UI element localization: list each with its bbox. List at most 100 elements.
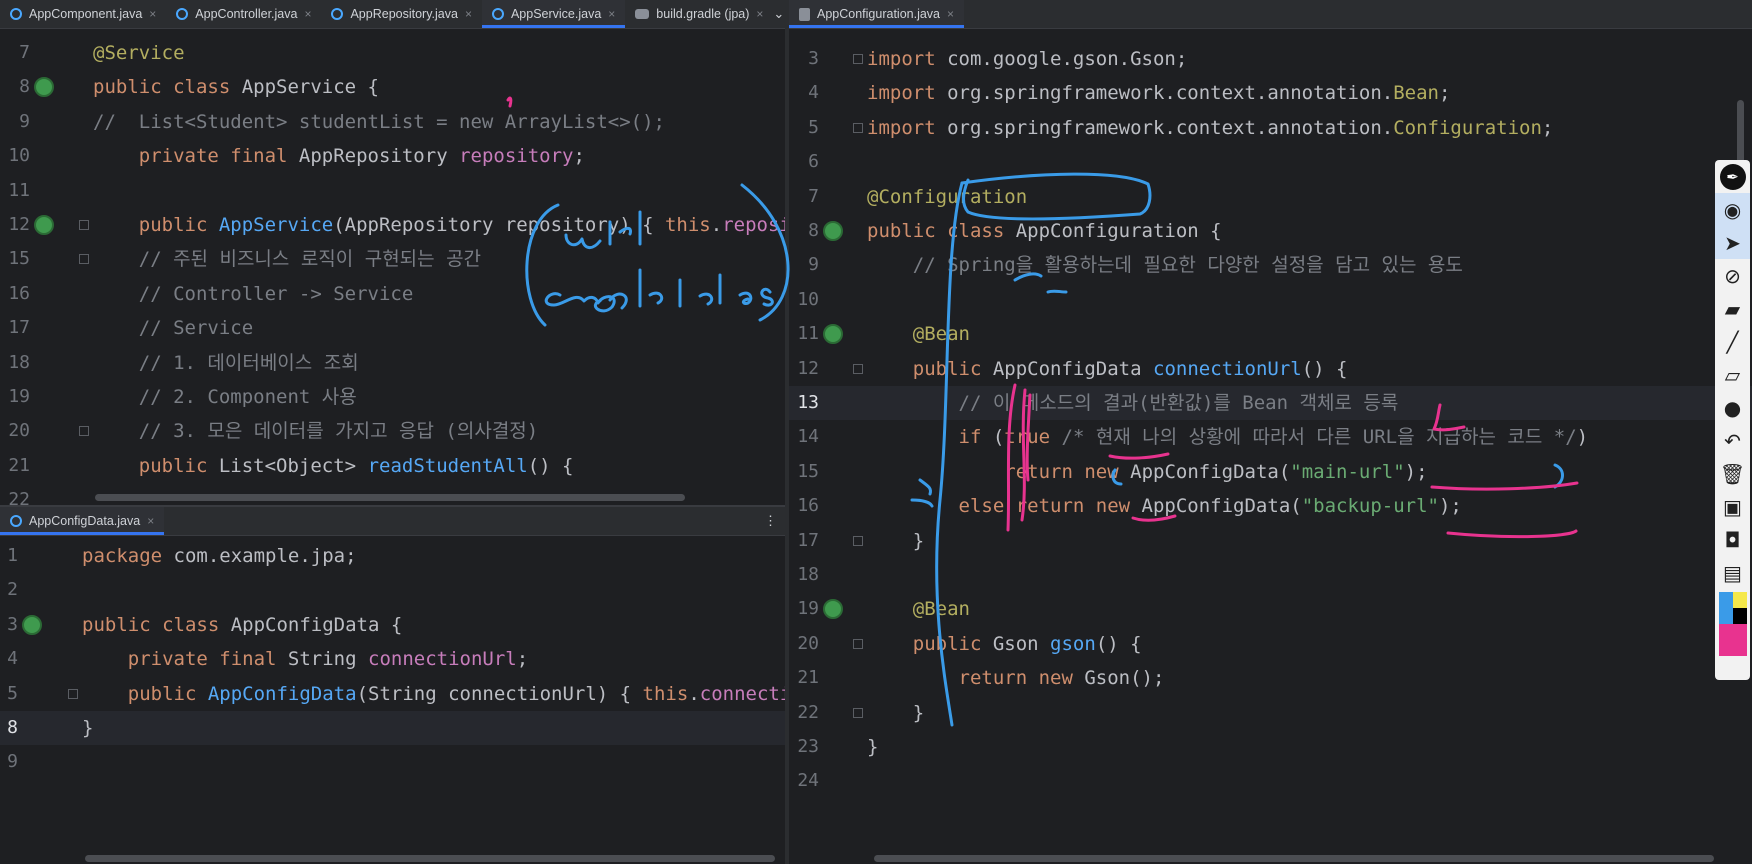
java-class-icon xyxy=(176,8,189,20)
more-options-icon[interactable]: ⋮ xyxy=(764,513,777,529)
code-line: 9 xyxy=(0,745,785,779)
code-text: } xyxy=(867,696,924,730)
code-token: connectionU xyxy=(699,682,785,705)
code-line: 7 @Service xyxy=(0,36,785,70)
horizontal-scrollbar[interactable] xyxy=(95,494,685,501)
code-token: if xyxy=(958,426,993,449)
line-number: 21 xyxy=(8,454,30,476)
code-token: // 주된 비즈니스 로직이 구현되는 공간 xyxy=(93,248,482,271)
code-line: 20 public Gson gson() { xyxy=(789,627,1752,661)
line-number: 16 xyxy=(8,282,30,304)
code-text: // 2. Component 사용 xyxy=(93,380,357,414)
fold-icon[interactable] xyxy=(853,363,863,374)
code-token: ; xyxy=(1541,116,1554,139)
fold-icon[interactable] xyxy=(853,535,863,546)
code-editor[interactable]: 7 @Service 8 public class AppService { 9 // L… xyxy=(0,36,785,505)
line-icon[interactable]: ╱ xyxy=(1715,325,1750,358)
tab-appcontroller-java[interactable]: AppController.java × xyxy=(166,0,321,28)
code-token: public xyxy=(912,357,993,380)
highlighter-icon[interactable]: ▰ xyxy=(1715,292,1750,325)
line-number: 9 xyxy=(19,110,30,132)
code-line: 11 @Bean xyxy=(789,317,1752,351)
close-icon[interactable]: × xyxy=(304,7,311,21)
line-number: 13 xyxy=(797,392,819,413)
code-line: 8 public class AppService { xyxy=(0,70,785,104)
code-token: // 2. Component 사용 xyxy=(93,386,357,408)
fold-icon[interactable] xyxy=(68,688,78,699)
horizontal-scrollbar[interactable] xyxy=(874,855,1714,862)
screen-icon[interactable]: ▣ xyxy=(1715,490,1750,523)
code-text: // List<Student> studentList = new Array… xyxy=(93,105,665,139)
fold-icon[interactable] xyxy=(853,54,863,64)
line-number: 5 xyxy=(808,116,819,138)
fold-icon[interactable] xyxy=(853,122,863,133)
fold-icon[interactable] xyxy=(79,254,89,265)
no-pen-icon[interactable]: ⊘ xyxy=(1715,259,1750,292)
spring-bean-icon[interactable] xyxy=(22,614,42,635)
code-token: @Bean xyxy=(867,598,970,621)
tab-label: build.gradle (jpa) xyxy=(656,7,750,21)
code-token: ) xyxy=(1576,426,1589,449)
code-text: if (true /* 현재 나의 상황에 따라서 다른 URL을 지급하는 코… xyxy=(867,420,1589,454)
color-palette-icon[interactable] xyxy=(1715,589,1750,659)
code-text: } xyxy=(867,730,878,764)
code-token: "backup-url" xyxy=(1301,495,1439,518)
eraser-icon[interactable]: ▱ xyxy=(1715,358,1750,391)
tab-build-gradle-jpa[interactable]: build.gradle (jpa) × xyxy=(625,0,773,28)
dot-icon[interactable]: ● xyxy=(1715,391,1750,424)
fold-icon[interactable] xyxy=(853,707,863,718)
code-token: ); xyxy=(1438,495,1462,518)
code-token: AppService { xyxy=(241,76,379,99)
code-text: import org.springframework.context.annot… xyxy=(867,111,1553,145)
cursor-icon[interactable]: ➤ xyxy=(1715,226,1750,259)
code-text: return new AppConfigData("main-url"); xyxy=(867,455,1427,489)
tab-appconfiguration-java[interactable]: AppConfiguration.java × xyxy=(789,0,965,28)
code-token: return new xyxy=(1004,460,1131,483)
close-icon[interactable]: × xyxy=(147,514,154,528)
close-icon[interactable]: × xyxy=(149,7,156,21)
close-icon[interactable]: × xyxy=(608,7,615,21)
code-token: /* 현재 나의 상황에 따라서 다른 URL을 지급하는 코드 */ xyxy=(1061,426,1577,449)
pen-icon[interactable]: ✒ xyxy=(1715,160,1750,193)
line-number: 19 xyxy=(8,386,30,407)
spring-bean-icon[interactable] xyxy=(34,215,54,235)
code-token: this xyxy=(664,214,711,236)
eye-icon[interactable]: ◉ xyxy=(1715,193,1750,226)
fold-icon[interactable] xyxy=(853,638,863,649)
tab-label: AppRepository.java xyxy=(350,7,458,21)
code-line: 13 // 이 메소드의 결과(반환값)를 Bean 객체로 등록 xyxy=(789,386,1752,420)
undo-icon[interactable]: ↶ xyxy=(1715,424,1750,457)
trash-icon[interactable]: 🗑 xyxy=(1715,457,1750,490)
right-tab-bar: AppConfiguration.java × xyxy=(789,0,1752,29)
fold-icon[interactable] xyxy=(79,220,89,230)
code-text: public Gson gson() { xyxy=(867,627,1142,661)
code-token: AppService xyxy=(218,214,334,236)
code-token: package xyxy=(82,545,174,567)
code-token: // 이 메소드의 결과(반환값)를 Bean 객체로 등록 xyxy=(867,392,1399,414)
java-file-icon xyxy=(799,7,810,21)
tab-appconfigdata-java[interactable]: AppConfigData.java × xyxy=(0,507,165,535)
code-line: 5 import org.springframework.context.anno… xyxy=(789,111,1752,145)
close-icon[interactable]: × xyxy=(756,7,763,21)
code-token: repository xyxy=(459,145,574,168)
fold-icon[interactable] xyxy=(79,426,89,437)
clipboard-icon[interactable]: ▤ xyxy=(1715,556,1750,589)
close-icon[interactable]: × xyxy=(947,7,954,21)
close-icon[interactable]: × xyxy=(465,7,472,21)
code-editor[interactable]: 3 import com.google.gson.Gson; 4 import org… xyxy=(789,42,1752,864)
code-token: // 1. 데이터베이스 조회 xyxy=(93,351,359,374)
chevron-down-icon[interactable]: ⌄ xyxy=(773,6,784,22)
camera-icon[interactable]: ◘ xyxy=(1715,523,1750,556)
code-text: @Configuration xyxy=(867,180,1027,214)
tab-apprepository-java[interactable]: AppRepository.java × xyxy=(321,0,481,28)
java-class-icon xyxy=(491,8,504,20)
spring-bean-icon[interactable] xyxy=(823,221,843,241)
code-editor[interactable]: 1 package com.example.jpa; 2 3 public class … xyxy=(0,539,785,864)
horizontal-scrollbar[interactable] xyxy=(85,855,775,862)
code-text: @Bean xyxy=(867,317,970,351)
tab-appservice-java[interactable]: AppService.java × xyxy=(481,0,626,28)
tab-appcomponent-java[interactable]: AppComponent.java × xyxy=(0,0,166,28)
